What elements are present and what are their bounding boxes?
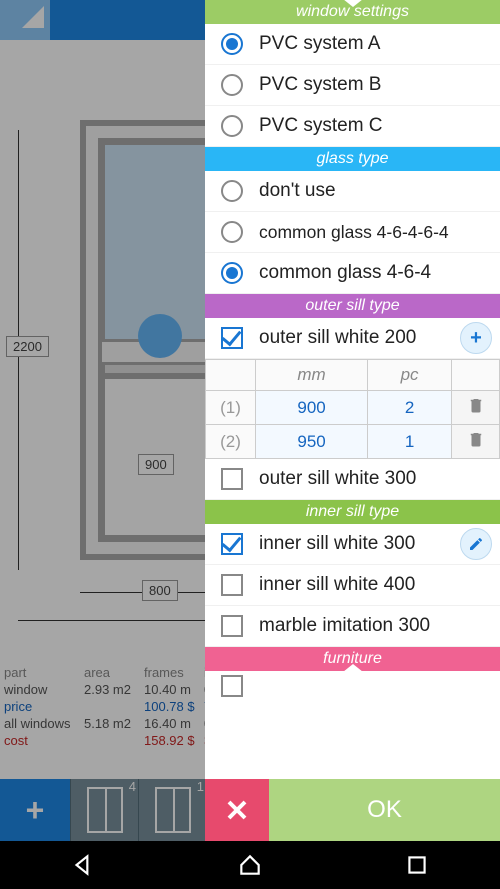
option-pvc-b[interactable]: PVC system B	[205, 65, 500, 106]
back-icon[interactable]	[70, 852, 96, 878]
android-navbar	[0, 841, 500, 889]
delete-row-button[interactable]	[452, 425, 500, 459]
table-row[interactable]: (1) 900 2	[206, 391, 500, 425]
panel-actions: OK	[205, 779, 500, 841]
table-row[interactable]: (2) 950 1	[206, 425, 500, 459]
checkbox-icon	[221, 468, 243, 490]
radio-icon	[221, 180, 243, 202]
checkbox-icon	[221, 615, 243, 637]
section-glass-type[interactable]: glass type	[205, 147, 500, 171]
radio-icon	[221, 221, 243, 243]
cancel-button[interactable]	[205, 779, 269, 841]
option-outer-sill-200[interactable]: outer sill white 200 +	[205, 318, 500, 359]
checkbox-icon	[221, 327, 243, 349]
section-inner-sill[interactable]: inner sill type	[205, 500, 500, 524]
option-glass-464[interactable]: common glass 4-6-4	[205, 253, 500, 294]
radio-icon	[221, 262, 243, 284]
option-outer-sill-300[interactable]: outer sill white 300	[205, 459, 500, 500]
section-furniture[interactable]: furniture	[205, 647, 500, 671]
settings-panel: window settings PVC system A PVC system …	[205, 0, 500, 779]
option-marble-300[interactable]: marble imitation 300	[205, 606, 500, 647]
option-pvc-a[interactable]: PVC system A	[205, 24, 500, 65]
radio-icon	[221, 74, 243, 96]
delete-row-button[interactable]	[452, 391, 500, 425]
recent-icon[interactable]	[404, 852, 430, 878]
add-sill-button[interactable]: +	[460, 322, 492, 354]
option-pvc-c[interactable]: PVC system C	[205, 106, 500, 147]
ok-button[interactable]: OK	[269, 779, 500, 841]
option-glass-46464[interactable]: common glass 4-6-4-6-4	[205, 212, 500, 253]
close-icon	[225, 798, 249, 822]
option-inner-sill-300[interactable]: inner sill white 300	[205, 524, 500, 565]
option-furniture-partial[interactable]	[205, 671, 500, 701]
radio-icon	[221, 115, 243, 137]
checkbox-icon	[221, 675, 243, 697]
option-glass-none[interactable]: don't use	[205, 171, 500, 212]
outer-sill-table: mm pc (1) 900 2 (2) 950 1	[205, 359, 500, 459]
radio-icon	[221, 33, 243, 55]
checkbox-icon	[221, 574, 243, 596]
checkbox-icon	[221, 533, 243, 555]
option-inner-sill-400[interactable]: inner sill white 400	[205, 565, 500, 606]
home-icon[interactable]	[237, 852, 263, 878]
edit-sill-button[interactable]	[460, 528, 492, 560]
section-window-settings[interactable]: window settings	[205, 0, 500, 24]
section-outer-sill[interactable]: outer sill type	[205, 294, 500, 318]
